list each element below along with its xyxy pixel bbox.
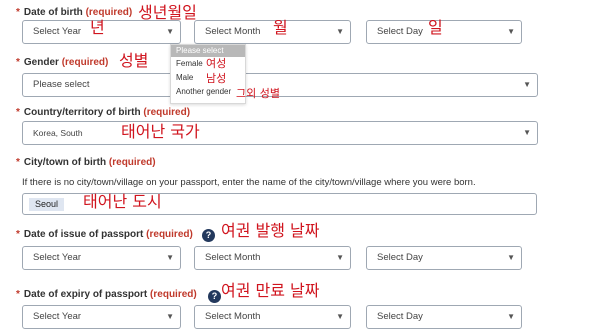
dob-day-annotation: 일 [428,18,443,37]
country-label: * Country/territory of birth (required) [16,107,191,118]
dob-month-annotation: 월 [273,18,288,37]
question-circle-icon[interactable]: ? [208,290,221,303]
expiry-year-select[interactable]: Select Year ▼ [22,305,181,329]
dob-year-annotation: 년 [90,18,105,37]
city-label: * City/town of birth (required) [16,157,156,168]
gender-male-annotation: 남성 [206,72,227,85]
city-input-value: Seoul [29,198,65,211]
country-annotation: 태어난 국가 [121,122,200,141]
issue-year-select[interactable]: Select Year ▼ [22,246,181,270]
dob-label: * Date of birth (required) [16,7,133,18]
chevron-down-icon: ▼ [523,128,531,137]
chevron-down-icon: ▼ [336,27,344,36]
gender-label: * Gender (required) [16,57,109,68]
chevron-down-icon: ▼ [166,27,174,36]
expiry-label: * Date of expiry of passport (required) [16,289,197,300]
country-select[interactable]: Korea, South ▼ [22,121,538,145]
chevron-down-icon: ▼ [507,253,515,262]
question-circle-icon[interactable]: ? [202,229,215,242]
city-hint: If there is no city/town/village on your… [22,177,476,188]
issue-annotation: 여권 발행 날짜 [221,221,320,240]
dob-annotation: 생년월일 [138,3,197,22]
expiry-month-select[interactable]: Select Month ▼ [194,305,351,329]
chevron-down-icon: ▼ [507,27,515,36]
expiry-day-select[interactable]: Select Day ▼ [366,305,522,329]
gender-another-annotation: 그외 성별 [236,87,280,100]
city-annotation: 태어난 도시 [83,192,162,211]
chevron-down-icon: ▼ [336,312,344,321]
issue-day-select[interactable]: Select Day ▼ [366,246,522,270]
dob-day-select[interactable]: Select Day ▼ [366,20,522,44]
chevron-down-icon: ▼ [507,312,515,321]
issue-label: * Date of issue of passport (required) [16,229,193,240]
chevron-down-icon: ▼ [523,80,531,89]
issue-month-select[interactable]: Select Month ▼ [194,246,351,270]
chevron-down-icon: ▼ [166,253,174,262]
gender-female-annotation: 여성 [206,57,227,70]
chevron-down-icon: ▼ [336,253,344,262]
gender-option-please-select[interactable]: Please select [171,45,245,57]
expiry-annotation: 여권 만료 날짜 [221,281,320,300]
gender-annotation: 성별 [119,51,149,70]
chevron-down-icon: ▼ [166,312,174,321]
